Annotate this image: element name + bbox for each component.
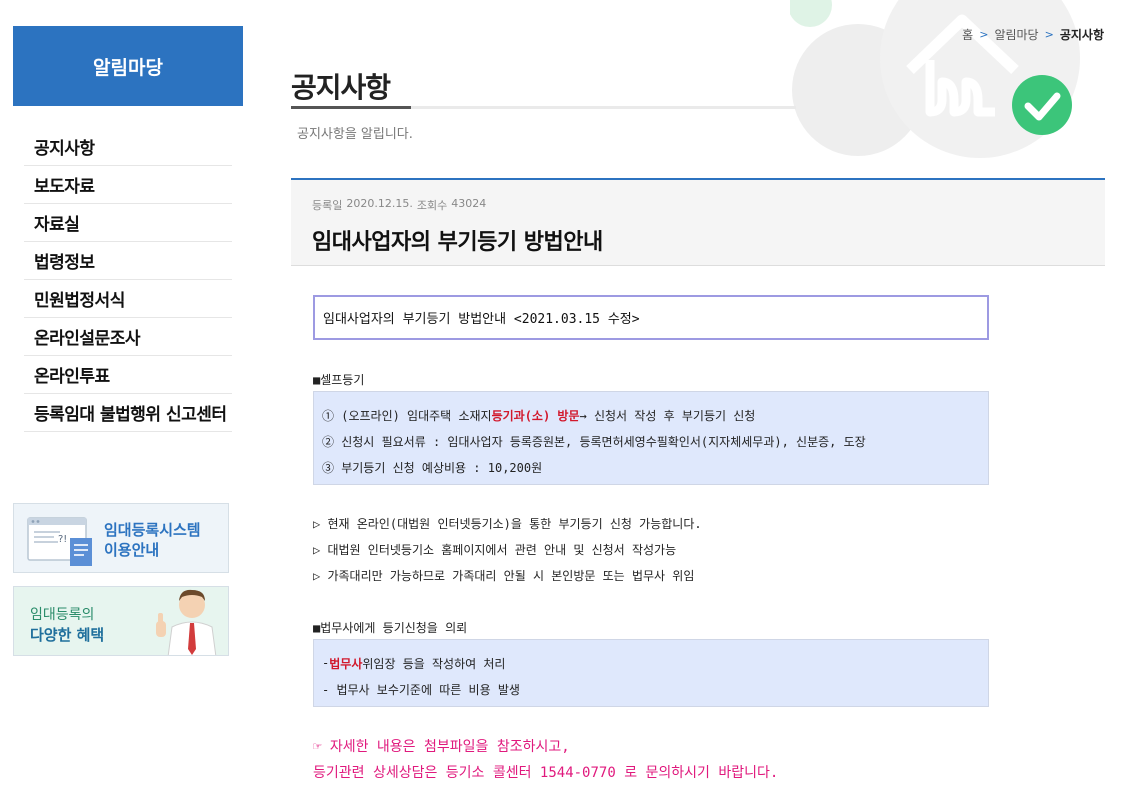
views-label: 조회수 bbox=[416, 199, 448, 212]
businessman-thumbs-up-icon bbox=[156, 589, 217, 655]
self-registration-box: ① (오프라인) 임대주택 소재지 등기과(소) 방문 → 신청서 작성 후 부… bbox=[313, 391, 989, 485]
sidebar-item-civil-forms[interactable]: 민원법정서식 bbox=[24, 280, 232, 318]
breadcrumb: 홈 > 알림마당 > 공지사항 bbox=[962, 26, 1104, 43]
article-header: 등록일 2020.12.15. 조회수 43024 임대사업자의 부기등기 방법… bbox=[291, 178, 1105, 266]
sidebar-item-online-survey[interactable]: 온라인설문조사 bbox=[24, 318, 232, 356]
sidebar-item-report-center[interactable]: 등록임대 불법행위 신고센터 bbox=[24, 394, 232, 432]
date-label: 등록일 bbox=[312, 199, 343, 212]
content-headline-box: 임대사업자의 부기등기 방법안내 <2021.03.15 수정> bbox=[313, 295, 989, 340]
banner-benefit-line2: 다양한 혜택 bbox=[30, 626, 105, 644]
breadcrumb-current: 공지사항 bbox=[1059, 28, 1104, 42]
list-item: ▷ 대법원 인터넷등기소 홈페이지에서 관련 안내 및 신청서 작성가능 bbox=[313, 542, 677, 557]
sidebar-item-press[interactable]: 보도자료 bbox=[24, 166, 232, 204]
lawyer-step-1-text: 위임장 등을 작성하여 처리 bbox=[362, 656, 506, 671]
article-date: 2020.12.15. bbox=[346, 197, 413, 210]
lawyer-highlight: 법무사 bbox=[329, 656, 363, 671]
banner-system-line1: 임대등록시스템 bbox=[104, 521, 201, 539]
title-divider-accent bbox=[291, 106, 411, 109]
self-step-1-text: ① (오프라인) 임대주택 소재지 bbox=[322, 408, 492, 423]
lawyer-box: - 법무사 위임장 등을 작성하여 처리 - 법무사 보수기준에 따른 비용 발… bbox=[313, 639, 989, 707]
document-form-icon: ?! bbox=[27, 517, 92, 566]
banner-benefit-line1: 임대등록의 bbox=[30, 607, 95, 623]
registry-visit-highlight: 등기과(소) 방문 bbox=[491, 408, 580, 423]
notice-line-2: 등기관련 상세상담은 등기소 콜센터 1544-0770 로 문의하시기 바랍니… bbox=[313, 765, 779, 781]
sidebar-title: 알림마당 bbox=[13, 26, 243, 106]
svg-text:?!: ?! bbox=[58, 534, 67, 545]
breadcrumb-section[interactable]: 알림마당 bbox=[994, 26, 1038, 43]
lawyer-step-2: - 법무사 보수기준에 따른 비용 발생 bbox=[322, 682, 520, 697]
page-subtitle: 공지사항을 알립니다. bbox=[297, 127, 413, 142]
article-meta: 등록일 2020.12.15. 조회수 43024 bbox=[312, 197, 486, 213]
breadcrumb-separator: > bbox=[1044, 28, 1054, 41]
content-headline: 임대사업자의 부기등기 방법안내 <2021.03.15 수정> bbox=[323, 312, 640, 327]
banner-system-line2: 이용안내 bbox=[104, 541, 160, 559]
self-step-2: ② 신청시 필요서류 : 임대사업자 등록증원본, 등록면허세영수필확인서(지자… bbox=[322, 434, 866, 449]
sidebar-menu: 공지사항 보도자료 자료실 법령정보 민원법정서식 온라인설문조사 온라인투표 … bbox=[13, 128, 232, 432]
rental-system-guide-banner[interactable]: ?! 임대등록시스템 이용안내 bbox=[13, 503, 229, 573]
page-title: 공지사항 bbox=[291, 71, 391, 104]
breadcrumb-home[interactable]: 홈 bbox=[962, 26, 973, 43]
sidebar: 알림마당 공지사항 보도자료 자료실 법령정보 민원법정서식 온라인설문조사 온… bbox=[13, 26, 243, 432]
self-step-1: ① (오프라인) 임대주택 소재지 등기과(소) 방문 → 신청서 작성 후 부… bbox=[322, 402, 988, 428]
self-step-3: ③ 부기등기 신청 예상비용 : 10,200원 bbox=[322, 460, 543, 475]
lawyer-step-1-dash: - bbox=[322, 656, 330, 670]
rental-benefits-banner[interactable]: 임대등록의 다양한 혜택 bbox=[13, 586, 229, 656]
notice-line-1: ☞ 자세한 내용은 첨부파일을 참조하시고, bbox=[313, 739, 570, 755]
article-views: 43024 bbox=[451, 197, 487, 210]
breadcrumb-separator: > bbox=[979, 28, 989, 41]
online-guidance-list: ▷ 현재 온라인(대법원 인터넷등기소)을 통한 부기등기 신청 가능합니다. … bbox=[313, 510, 702, 588]
lawyer-label: ■법무사에게 등기신청을 의뢰 bbox=[313, 621, 468, 635]
list-item: ▷ 현재 온라인(대법원 인터넷등기소)을 통한 부기등기 신청 가능합니다. bbox=[313, 516, 702, 531]
article-title: 임대사업자의 부기등기 방법안내 bbox=[312, 230, 603, 255]
sidebar-item-library[interactable]: 자료실 bbox=[24, 204, 232, 242]
self-registration-label: ■셀프등기 bbox=[313, 373, 365, 387]
sidebar-item-online-vote[interactable]: 온라인투표 bbox=[24, 356, 232, 394]
contact-notice: ☞ 자세한 내용은 첨부파일을 참조하시고, 등기관련 상세상담은 등기소 콜센… bbox=[313, 734, 778, 786]
sidebar-item-notice[interactable]: 공지사항 bbox=[24, 128, 232, 166]
list-item: ▷ 가족대리만 가능하므로 가족대리 안될 시 본인방문 또는 법무사 위임 bbox=[313, 568, 695, 583]
lawyer-step-1: - 법무사 위임장 등을 작성하여 처리 bbox=[322, 650, 988, 676]
self-step-1-text-end: → 신청서 작성 후 부기등기 신청 bbox=[579, 408, 756, 423]
sidebar-item-law-info[interactable]: 법령정보 bbox=[24, 242, 232, 280]
